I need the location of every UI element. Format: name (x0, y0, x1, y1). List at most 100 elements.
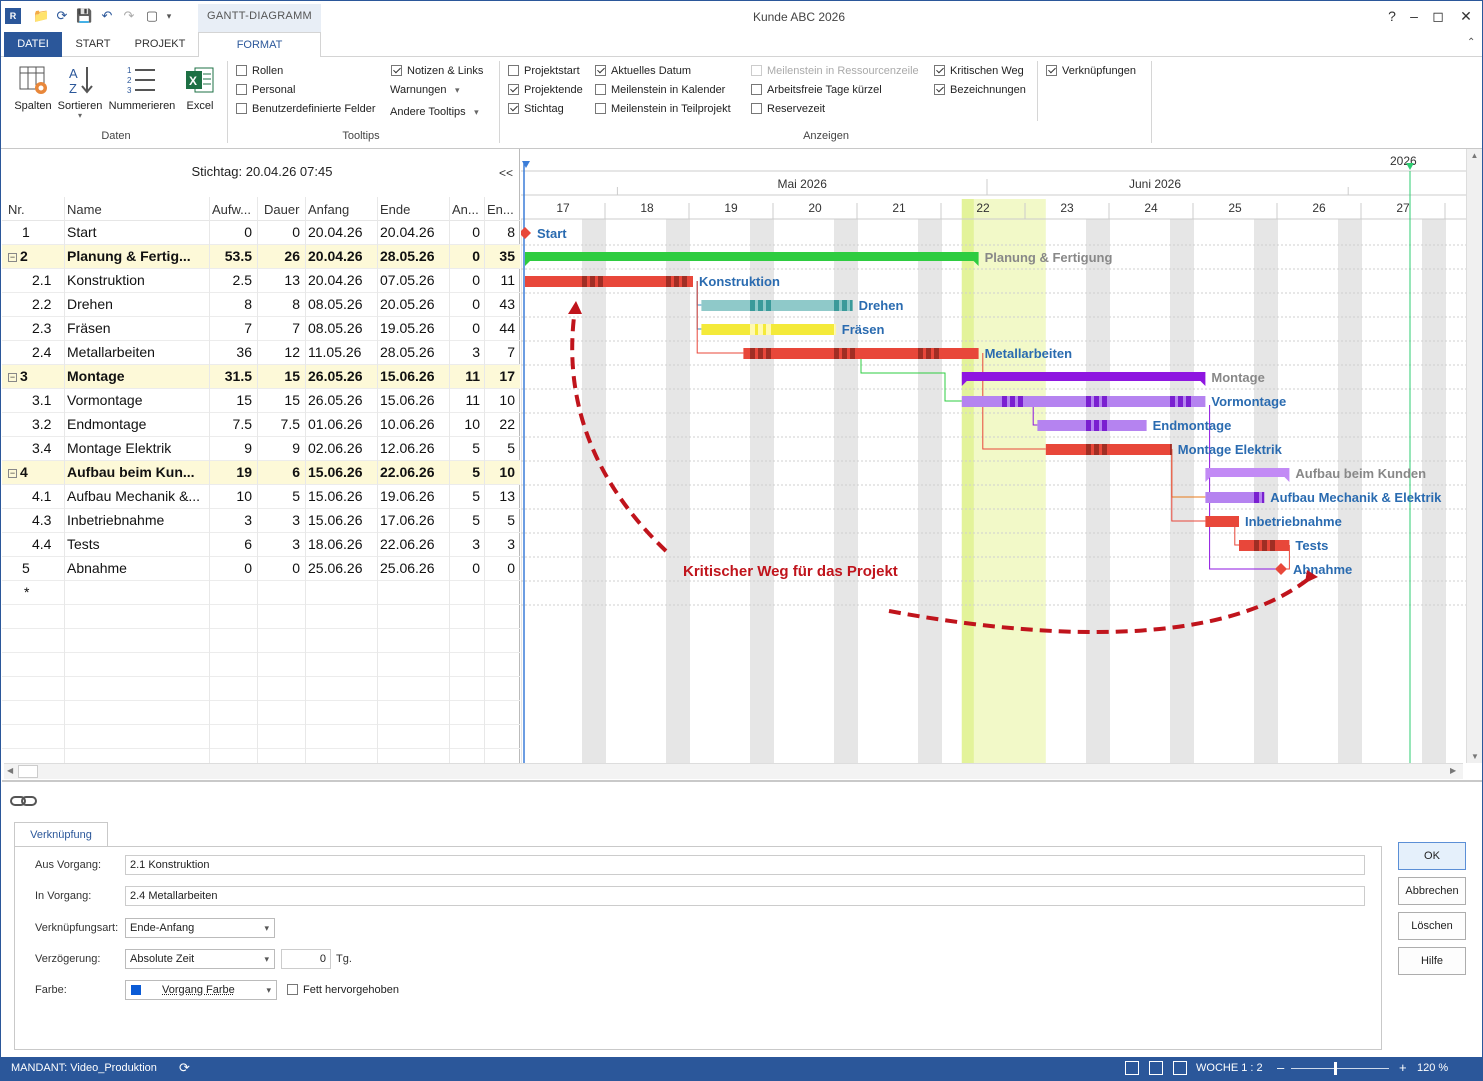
cell-anfang[interactable]: 15.06.26 (308, 488, 374, 504)
cell-dauer[interactable]: 26 (260, 248, 300, 264)
view-gantt-icon[interactable] (1125, 1061, 1139, 1075)
cell-an[interactable]: 11 (452, 392, 480, 408)
cell-anfang[interactable]: 11.05.26 (308, 344, 374, 360)
cell-dauer[interactable]: 8 (260, 296, 300, 312)
cell-an[interactable]: 0 (452, 248, 480, 264)
col-header-anfangspuffer[interactable]: An... (452, 202, 484, 217)
cell-an[interactable]: 5 (452, 464, 480, 480)
sortieren-button[interactable]: AZ Sortieren ▾ (55, 63, 105, 120)
cell-name[interactable]: Montage (67, 368, 207, 384)
cell-nr[interactable]: 3.4 (8, 440, 58, 456)
check-meilenstein-teilprojekt[interactable]: Meilenstein in Teilprojekt (595, 102, 731, 118)
cell-nr[interactable]: 5 (8, 560, 58, 576)
checkbox-rollen[interactable] (236, 65, 247, 76)
cell-ende[interactable]: 22.06.26 (380, 464, 446, 480)
cell-en[interactable]: 7 (487, 344, 515, 360)
abbrechen-button[interactable]: Abbrechen (1398, 877, 1466, 905)
cell-an[interactable]: 3 (452, 344, 480, 360)
cell-aufw[interactable]: 0 (212, 224, 252, 240)
zoom-slider-thumb[interactable] (1334, 1062, 1337, 1075)
scroll-thumb[interactable] (18, 765, 38, 778)
cell-ende[interactable]: 12.06.26 (380, 440, 446, 456)
view-grid-icon[interactable] (1149, 1061, 1163, 1075)
checkbox-benutzerdefinierte-felder[interactable] (236, 103, 247, 114)
cell-ende[interactable]: 20.04.26 (380, 224, 446, 240)
cell-aufw[interactable]: 36 (212, 344, 252, 360)
table-row[interactable]: 2.4 Metallarbeiten 36 12 11.05.26 28.05.26 3 7 (2, 341, 520, 365)
check-meilenstein-kalender[interactable]: Meilenstein in Kalender (595, 83, 725, 99)
cell-an[interactable]: 11 (452, 368, 480, 384)
table-row[interactable]: 2.2 Drehen 8 8 08.05.26 20.05.26 0 43 (2, 293, 520, 317)
checkbox-verknuepfungen[interactable] (1046, 65, 1057, 76)
cell-name[interactable]: Aufbau Mechanik &... (67, 488, 207, 504)
table-row[interactable]: 2.1 Konstruktion 2.5 13 20.04.26 07.05.26 0 11 (2, 269, 520, 293)
cell-name[interactable]: Metallarbeiten (67, 344, 207, 360)
cell-en[interactable]: 43 (487, 296, 515, 312)
cell-en[interactable]: 3 (487, 536, 515, 552)
cell-dauer[interactable]: 0 (260, 224, 300, 240)
quick-access-dropdown-icon[interactable]: ▾ (161, 8, 177, 24)
verknuepfungsart-select[interactable]: Ende-Anfang (125, 918, 275, 938)
gantt-chart[interactable]: 2026 Mai 2026 Juni 2026 17 18 19 20 21 22 23 24 25 2… (521, 149, 1466, 763)
cell-name[interactable]: Tests (67, 536, 207, 552)
cell-an[interactable]: 5 (452, 440, 480, 456)
cell-name[interactable]: Endmontage (67, 416, 207, 432)
cell-an[interactable]: 0 (452, 560, 480, 576)
cell-en[interactable]: 35 (487, 248, 515, 264)
cell-name[interactable]: Aufbau beim Kun... (67, 464, 207, 480)
cell-an[interactable]: 0 (452, 320, 480, 336)
view-network-icon[interactable] (1173, 1061, 1187, 1075)
check-rollen[interactable]: Rollen (236, 64, 283, 80)
cell-anfang[interactable]: 20.04.26 (308, 248, 374, 264)
cell-ende[interactable]: 19.05.26 (380, 320, 446, 336)
cell-ende[interactable]: 28.05.26 (380, 344, 446, 360)
andere-tooltips-dropdown[interactable]: Andere Tooltips (390, 106, 479, 118)
cell-name[interactable]: Konstruktion (67, 272, 207, 288)
verzoegerung-amount[interactable]: 0 (281, 949, 331, 969)
tab-verknuepfung[interactable]: Verknüpfung (14, 822, 108, 847)
col-header-nr[interactable]: Nr. (8, 202, 58, 217)
checkbox-notizen-links[interactable] (391, 65, 402, 76)
cell-an[interactable]: 0 (452, 272, 480, 288)
cell-ende[interactable]: 20.05.26 (380, 296, 446, 312)
cell-ende[interactable]: 25.06.26 (380, 560, 446, 576)
cell-en[interactable]: 17 (487, 368, 515, 384)
check-bezeichnungen[interactable]: Bezeichnungen (934, 83, 1026, 99)
table-row[interactable]: 3.2 Endmontage 7.5 7.5 01.06.26 10.06.26 10 22 (2, 413, 520, 437)
col-header-dauer[interactable]: Dauer (264, 202, 304, 217)
cell-anfang[interactable]: 02.06.26 (308, 440, 374, 456)
warnungen-dropdown[interactable]: Warnungen (390, 84, 460, 96)
cell-ende[interactable]: 10.06.26 (380, 416, 446, 432)
horizontal-scrollbar[interactable]: ◀ ▶ (4, 763, 1463, 779)
checkbox-stichtag[interactable] (508, 103, 519, 114)
cell-dauer[interactable]: 9 (260, 440, 300, 456)
aus-vorgang-field[interactable]: 2.1 Konstruktion (125, 855, 1365, 875)
vertical-scrollbar[interactable]: ▲ ▼ (1466, 149, 1482, 763)
cell-dauer[interactable]: 7.5 (260, 416, 300, 432)
minimize-button[interactable]: – (1401, 5, 1427, 27)
table-row[interactable]: 5 Abnahme 0 0 25.06.26 25.06.26 0 0 (2, 557, 520, 581)
check-benutzerdefinierte-felder[interactable]: Benutzerdefinierte Felder (236, 102, 376, 118)
checkbox-projektende[interactable] (508, 84, 519, 95)
check-projektstart[interactable]: Projektstart (508, 64, 580, 80)
cell-anfang[interactable]: 25.06.26 (308, 560, 374, 576)
zoom-out-icon[interactable]: – (1277, 1060, 1284, 1075)
cell-anfang[interactable]: 18.06.26 (308, 536, 374, 552)
cell-nr[interactable]: 1 (8, 224, 58, 240)
check-arbeitsfreie-tage[interactable]: Arbeitsfreie Tage kürzel (751, 83, 882, 99)
cell-aufw[interactable]: 7.5 (212, 416, 252, 432)
close-button[interactable]: ✕ (1453, 5, 1479, 27)
cell-name[interactable]: Start (67, 224, 207, 240)
cell-en[interactable]: 5 (487, 440, 515, 456)
check-stichtag[interactable]: Stichtag (508, 102, 564, 118)
col-header-name[interactable]: Name (67, 202, 207, 217)
collapse-icon[interactable]: − (8, 373, 17, 382)
farbe-select[interactable]: Vorgang Farbe (125, 980, 277, 1000)
table-row[interactable]: 4.3 Inbetriebnahme 3 3 15.06.26 17.06.26 5 5 (2, 509, 520, 533)
cell-aufw[interactable]: 31.5 (212, 368, 252, 384)
cell-aufw[interactable]: 15 (212, 392, 252, 408)
cell-dauer[interactable]: 12 (260, 344, 300, 360)
check-notizen-links[interactable]: Notizen & Links (391, 64, 483, 80)
table-row[interactable]: −4 Aufbau beim Kun... 19 6 15.06.26 22.06.26 5… (2, 461, 520, 485)
cell-name[interactable]: Inbetriebnahme (67, 512, 207, 528)
